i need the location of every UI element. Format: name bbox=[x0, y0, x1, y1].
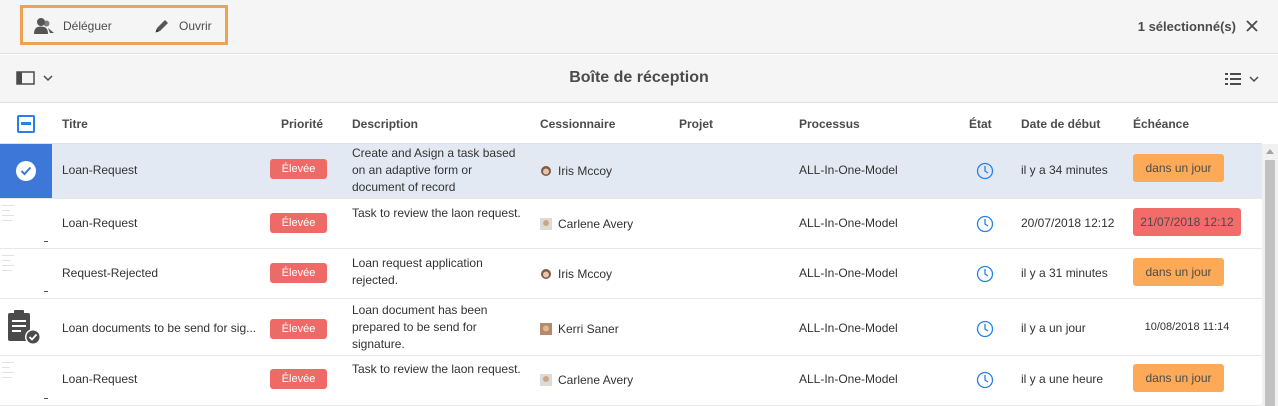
row-title: Request-Rejected bbox=[62, 266, 159, 280]
avatar-male-icon bbox=[540, 323, 552, 335]
avatar-female-icon bbox=[540, 165, 552, 177]
row-assignee: Kerri Saner bbox=[540, 322, 619, 336]
row-title: Loan-Request bbox=[62, 372, 138, 386]
due-date: 10/08/2018 11:14 bbox=[1144, 321, 1230, 333]
row-description: Task to review the laon request. bbox=[352, 206, 521, 220]
table-row[interactable]: Loan-Request Élevée Task to review the l… bbox=[0, 199, 1262, 249]
column-header-start-date[interactable]: Date de début bbox=[1021, 117, 1100, 131]
due-badge: dans un jour bbox=[1133, 154, 1224, 182]
row-thumbnail bbox=[0, 299, 52, 355]
due-badge: 21/07/2018 12:12 bbox=[1133, 208, 1241, 236]
row-description: Task to review the laon request. bbox=[352, 362, 521, 376]
open-label: Ouvrir bbox=[179, 19, 212, 33]
priority-badge: Élevée bbox=[270, 319, 327, 339]
row-start-date: 20/07/2018 12:12 bbox=[1021, 216, 1115, 230]
priority-badge: Élevée bbox=[270, 159, 327, 179]
row-title: Loan documents to be send for sig... bbox=[62, 321, 257, 335]
view-switcher-button[interactable] bbox=[1224, 71, 1260, 87]
due-badge: dans un jour bbox=[1133, 364, 1224, 392]
open-button[interactable]: Ouvrir bbox=[153, 16, 212, 36]
row-start-date: il y a 31 minutes bbox=[1021, 266, 1108, 280]
table-row[interactable]: Request-Rejected Élevée Loan request app… bbox=[0, 249, 1262, 299]
checkmark-icon bbox=[20, 166, 32, 176]
row-title: Loan-Request bbox=[62, 163, 138, 177]
assignee-name: Kerri Saner bbox=[558, 322, 619, 336]
row-description: Create and Asign a task based on an adap… bbox=[352, 146, 516, 194]
assignee-name: Carlene Avery bbox=[558, 217, 634, 231]
row-thumbnail bbox=[0, 249, 52, 298]
row-start-date: il y a 34 minutes bbox=[1021, 163, 1108, 177]
column-header-priority[interactable]: Priorité bbox=[281, 117, 323, 131]
column-header-state[interactable]: État bbox=[969, 117, 992, 131]
scroll-up-arrow-icon[interactable] bbox=[1266, 149, 1274, 154]
row-description: Loan request application rejected. bbox=[352, 256, 483, 287]
table-header: Titre Priorité Description Cessionnaire … bbox=[0, 104, 1262, 144]
list-view-icon bbox=[1225, 73, 1241, 85]
pencil-icon bbox=[155, 20, 168, 33]
clock-icon bbox=[976, 215, 994, 233]
table-row[interactable]: Loan-Request Élevée Task to review the l… bbox=[0, 356, 1262, 406]
row-assignee: Carlene Avery bbox=[540, 217, 633, 231]
row-start-date: il y a une heure bbox=[1021, 372, 1104, 386]
row-description: Loan document has been prepared to be se… bbox=[352, 303, 488, 351]
column-header-description[interactable]: Description bbox=[352, 117, 418, 131]
row-title: Loan-Request bbox=[62, 216, 138, 230]
row-selected-checkbox[interactable] bbox=[0, 144, 52, 198]
scrollbar-thumb[interactable] bbox=[1265, 160, 1275, 406]
row-assignee: Iris Mccoy bbox=[540, 267, 612, 281]
row-process: ALL-In-One-Model bbox=[799, 266, 898, 280]
clipboard-check-icon bbox=[8, 310, 41, 345]
column-header-project[interactable]: Projet bbox=[679, 117, 713, 131]
assignee-name: Iris Mccoy bbox=[558, 164, 612, 178]
row-process: ALL-In-One-Model bbox=[799, 216, 898, 230]
column-header-due[interactable]: Échéance bbox=[1133, 117, 1189, 131]
row-assignee: Carlene Avery bbox=[540, 373, 633, 387]
chevron-down-icon bbox=[1249, 76, 1259, 83]
row-process: ALL-In-One-Model bbox=[799, 163, 898, 177]
avatar-female-icon bbox=[540, 268, 552, 280]
selection-count: 1 sélectionné(s) bbox=[1137, 19, 1236, 34]
row-assignee: Iris Mccoy bbox=[540, 164, 612, 178]
column-header-process[interactable]: Processus bbox=[799, 117, 860, 131]
priority-badge: Élevée bbox=[270, 263, 327, 283]
select-all-checkbox[interactable] bbox=[17, 115, 35, 133]
column-header-title[interactable]: Titre bbox=[62, 117, 88, 131]
column-header-assignee[interactable]: Cessionnaire bbox=[540, 117, 615, 131]
table-row[interactable]: Loan-Request Élevée Create and Asign a t… bbox=[0, 144, 1262, 199]
vertical-scrollbar[interactable] bbox=[1262, 144, 1278, 406]
action-bar: Déléguer Ouvrir 1 sélectionné(s) bbox=[0, 0, 1278, 54]
row-thumbnail bbox=[0, 356, 52, 405]
title-bar: Boîte de réception bbox=[0, 55, 1278, 103]
row-process: ALL-In-One-Model bbox=[799, 372, 898, 386]
delegate-icon bbox=[34, 18, 54, 34]
assignee-name: Iris Mccoy bbox=[558, 267, 612, 281]
close-icon[interactable] bbox=[1244, 18, 1260, 34]
due-badge: dans un jour bbox=[1133, 258, 1224, 286]
clock-icon bbox=[976, 371, 994, 389]
row-thumbnail bbox=[0, 199, 52, 248]
priority-badge: Élevée bbox=[270, 213, 327, 233]
clock-icon bbox=[976, 162, 994, 180]
page-title: Boîte de réception bbox=[569, 69, 709, 86]
avatar-female-icon bbox=[540, 218, 552, 230]
row-start-date: il y a un jour bbox=[1021, 321, 1086, 335]
clock-icon bbox=[976, 320, 994, 338]
priority-badge: Élevée bbox=[270, 369, 327, 389]
delegate-label: Déléguer bbox=[63, 19, 112, 33]
avatar-female-icon bbox=[540, 374, 552, 386]
delegate-button[interactable]: Déléguer bbox=[33, 16, 112, 36]
assignee-name: Carlene Avery bbox=[558, 373, 634, 387]
table-row[interactable]: Loan documents to be send for sig... Éle… bbox=[0, 299, 1262, 356]
action-group: Déléguer Ouvrir bbox=[20, 5, 228, 45]
clock-icon bbox=[976, 265, 994, 283]
row-process: ALL-In-One-Model bbox=[799, 321, 898, 335]
